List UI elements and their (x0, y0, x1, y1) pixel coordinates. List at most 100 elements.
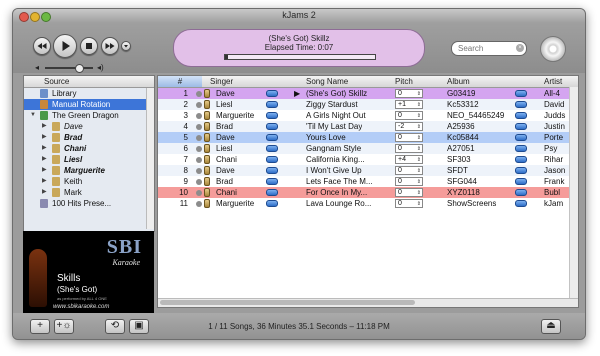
singer-info-icon[interactable] (266, 90, 278, 97)
pitch-stepper[interactable]: 0 ⇕ (395, 177, 423, 186)
eject-button[interactable]: ⏏ (541, 319, 561, 334)
singer-info-icon[interactable] (266, 156, 278, 163)
column-header-pitch[interactable]: Pitch (395, 76, 413, 87)
singer-info-icon[interactable] (266, 145, 278, 152)
pitch-stepper[interactable]: +4 ⇕ (395, 155, 423, 164)
source-item[interactable]: ▶ Dave (24, 121, 154, 132)
column-header-song-name[interactable]: Song Name (306, 76, 348, 87)
disclosure-open-icon[interactable]: ▼ (30, 110, 36, 121)
table-row[interactable]: 5 Dave Yours Love 0 ⇕ Kc05844 Porte (158, 132, 578, 143)
source-item[interactable]: ▶ Liesl (24, 154, 154, 165)
source-column-header[interactable]: Source (24, 76, 154, 88)
singer-info-icon[interactable] (266, 123, 278, 130)
album-info-icon[interactable] (515, 134, 527, 141)
search-input[interactable] (458, 42, 513, 55)
disclosure-closed-icon[interactable]: ▶ (42, 132, 47, 143)
clear-search-icon[interactable]: × (516, 44, 524, 52)
pitch-stepper[interactable]: 0 ⇕ (395, 89, 423, 98)
pitch-stepper[interactable]: 0 ⇕ (395, 188, 423, 197)
singer-info-icon[interactable] (266, 167, 278, 174)
stepper-arrows-icon[interactable]: ⇕ (417, 167, 421, 175)
album-info-icon[interactable] (515, 156, 527, 163)
disclosure-closed-icon[interactable]: ▶ (42, 165, 47, 176)
source-item[interactable]: Manual Rotation (24, 99, 154, 110)
disclosure-closed-icon[interactable]: ▶ (42, 154, 47, 165)
album-info-icon[interactable] (515, 145, 527, 152)
stepper-arrows-icon[interactable]: ⇕ (417, 189, 421, 197)
previous-track-button[interactable] (33, 37, 51, 55)
album-info-icon[interactable] (515, 90, 527, 97)
album-info-icon[interactable] (515, 167, 527, 174)
table-row[interactable]: 10 Chani For Once In My... 0 ⇕ XYZ0118 Bubl (158, 187, 578, 198)
stepper-arrows-icon[interactable]: ⇕ (417, 200, 421, 208)
source-item[interactable]: 100 Hits Prese... (24, 198, 154, 209)
table-row[interactable]: 7 Chani California King... +4 ⇕ SF303 Rihar (158, 154, 578, 165)
song-progress-bar[interactable] (224, 54, 376, 60)
singer-info-icon[interactable] (266, 178, 278, 185)
disclosure-closed-icon[interactable]: ▶ (42, 121, 47, 132)
singer-info-icon[interactable] (266, 200, 278, 207)
album-info-icon[interactable] (515, 101, 527, 108)
source-item[interactable]: ▶ Brad (24, 132, 154, 143)
singer-info-icon[interactable] (266, 189, 278, 196)
table-row[interactable]: 3 Marguerite A Girls Night Out 0 ⇕ NEO_544652… (158, 110, 578, 121)
album-info-icon[interactable] (515, 189, 527, 196)
column-header-number[interactable]: # (158, 76, 202, 87)
stepper-arrows-icon[interactable]: ⇕ (417, 101, 421, 109)
table-row[interactable]: 2 Liesl Ziggy Stardust +1 ⇕ Kc53312 David (158, 99, 578, 110)
source-item[interactable]: Library (24, 88, 154, 99)
stepper-arrows-icon[interactable]: ⇕ (417, 90, 421, 98)
stepper-arrows-icon[interactable]: ⇕ (417, 134, 421, 142)
pitch-stepper[interactable]: 0 ⇕ (395, 144, 423, 153)
source-list-scrollbar[interactable] (146, 88, 154, 229)
table-row[interactable]: 6 Liesl Gangnam Style 0 ⇕ A27051 Psy (158, 143, 578, 154)
disclosure-closed-icon[interactable]: ▶ (42, 176, 47, 187)
source-item[interactable]: ▼ The Green Dragon (24, 110, 154, 121)
stepper-arrows-icon[interactable]: ⇕ (417, 156, 421, 164)
table-row[interactable]: 4 Brad 'Til My Last Day -2 ⇕ A25936 Justin (158, 121, 578, 132)
singer-info-icon[interactable] (266, 134, 278, 141)
volume-slider-knob[interactable] (75, 64, 84, 73)
track-list-horizontal-scrollbar[interactable] (158, 298, 578, 307)
album-info-icon[interactable] (515, 112, 527, 119)
stepper-arrows-icon[interactable]: ⇕ (417, 145, 421, 153)
pitch-stepper[interactable]: 0 ⇕ (395, 166, 423, 175)
disclosure-closed-icon[interactable]: ▶ (42, 187, 47, 198)
source-item[interactable]: ▶ Mark (24, 187, 154, 198)
table-row[interactable]: 9 Brad Lets Face The M... 0 ⇕ SFG044 Frank (158, 176, 578, 187)
disclosure-closed-icon[interactable]: ▶ (42, 143, 47, 154)
source-item[interactable]: ▶ Keith (24, 176, 154, 187)
table-row[interactable]: 1 Dave ▶ (She's Got) Skillz 0 ⇕ G03419 All-4 (158, 88, 578, 99)
column-header-artist[interactable]: Artist (544, 76, 562, 87)
source-item[interactable]: ▶ Marguerite (24, 165, 154, 176)
pitch-stepper[interactable]: 0 ⇕ (395, 199, 423, 208)
stepper-arrows-icon[interactable]: ⇕ (417, 112, 421, 120)
pitch-stepper[interactable]: -2 ⇕ (395, 122, 423, 131)
pitch-stepper[interactable]: 0 ⇕ (395, 133, 423, 142)
burn-disc-icon[interactable] (540, 36, 566, 62)
table-row[interactable]: 8 Dave I Won't Give Up 0 ⇕ SFDT Jason (158, 165, 578, 176)
playback-options-button[interactable] (121, 41, 131, 51)
source-item[interactable]: ▶ Chani (24, 143, 154, 154)
album-info-icon[interactable] (515, 123, 527, 130)
volume-slider-track[interactable] (45, 67, 93, 69)
pitch-stepper[interactable]: +1 ⇕ (395, 100, 423, 109)
search-field[interactable]: × (451, 41, 527, 56)
horizontal-scroll-thumb[interactable] (160, 300, 415, 305)
next-track-button[interactable] (101, 37, 119, 55)
volume-control[interactable]: ◂ ◂) (35, 63, 107, 73)
album-info-icon[interactable] (515, 200, 527, 207)
play-button[interactable] (53, 34, 77, 58)
stepper-arrows-icon[interactable]: ⇕ (417, 123, 421, 131)
track-list-vertical-scrollbar[interactable] (569, 87, 578, 299)
pitch-stepper[interactable]: 0 ⇕ (395, 111, 423, 120)
singer-info-icon[interactable] (266, 101, 278, 108)
table-row[interactable]: 11 Marguerite Lava Lounge Ro... 0 ⇕ ShowScree… (158, 198, 578, 209)
column-header-singer[interactable]: Singer (210, 76, 233, 87)
pitch-value: 0 (398, 145, 402, 152)
singer-info-icon[interactable] (266, 112, 278, 119)
stop-button[interactable] (80, 37, 98, 55)
album-info-icon[interactable] (515, 178, 527, 185)
column-header-album[interactable]: Album (447, 76, 470, 87)
stepper-arrows-icon[interactable]: ⇕ (417, 178, 421, 186)
